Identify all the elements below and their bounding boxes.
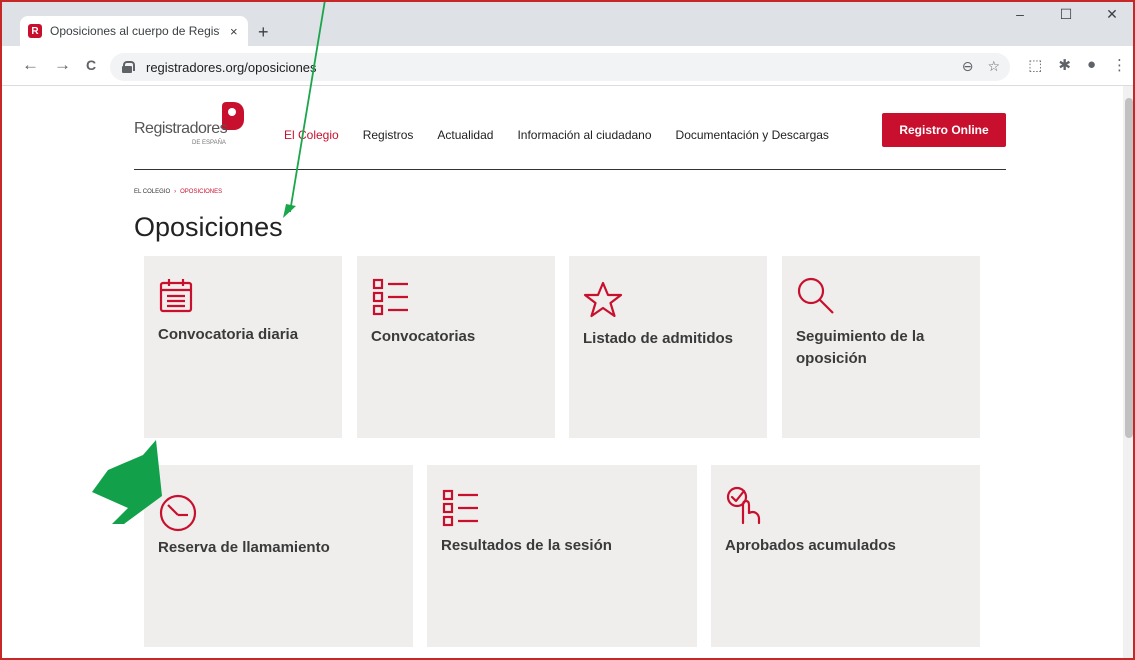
site-favicon-icon: R xyxy=(28,24,42,38)
list-icon xyxy=(442,489,478,527)
browser-tab[interactable]: R Oposiciones al cuerpo de Registr × xyxy=(20,16,248,46)
back-button[interactable]: ← xyxy=(22,55,39,75)
card-label: Resultados de la sesión xyxy=(441,537,612,554)
browser-toolbar: ← → C registradores.org/oposiciones ⊖ ☆ … xyxy=(0,46,1135,86)
clock-icon xyxy=(159,494,197,532)
scrollbar-thumb[interactable] xyxy=(1125,98,1133,438)
star-icon xyxy=(583,281,623,318)
tab-close-icon[interactable]: × xyxy=(230,24,238,39)
url-text[interactable]: registradores.org/oposiciones xyxy=(146,60,317,75)
logo-text: Registradores xyxy=(134,120,228,137)
card-listado-admitidos[interactable]: Listado de admitidos xyxy=(569,256,767,438)
calendar-icon xyxy=(159,279,193,313)
card-reserva-llamamiento[interactable]: Reserva de llamamiento xyxy=(144,465,413,647)
page-scrollbar[interactable] xyxy=(1123,86,1135,660)
extension-bar: ⬚ ✱ ● ⋮ xyxy=(1028,56,1127,74)
breadcrumb: EL COLEGIO › OPOSICIONES xyxy=(134,189,222,195)
nav-item-informacion[interactable]: Información al ciudadano xyxy=(517,128,651,142)
lock-icon xyxy=(122,61,135,73)
card-label: Aprobados acumulados xyxy=(725,537,896,554)
card-convocatorias[interactable]: Convocatorias xyxy=(357,256,555,438)
tap-check-icon xyxy=(726,486,761,525)
card-label: Seguimiento de la oposición xyxy=(796,328,925,367)
page-title: Oposiciones xyxy=(134,212,283,242)
card-aprobados-acumulados[interactable]: Aprobados acumulados xyxy=(711,465,980,647)
nav-item-el-colegio[interactable]: El Colegio xyxy=(284,128,339,142)
omnibox-actions: ⊖ ☆ xyxy=(962,58,1000,75)
breadcrumb-separator: › xyxy=(174,189,177,195)
forward-button[interactable]: → xyxy=(54,55,71,75)
reload-button[interactable]: C xyxy=(86,57,96,73)
breadcrumb-current: OPOSICIONES xyxy=(180,189,223,195)
zoom-icon[interactable]: ⊖ xyxy=(962,58,974,75)
header-divider xyxy=(134,169,1006,170)
logo-subtext: DE ESPAÑA xyxy=(192,140,226,146)
puzzle-icon[interactable]: ✱ xyxy=(1058,56,1071,74)
profile-icon[interactable]: ● xyxy=(1087,56,1096,74)
breadcrumb-root[interactable]: EL COLEGIO xyxy=(134,189,170,195)
card-label: Listado de admitidos xyxy=(583,330,734,347)
card-label: Reserva de llamamiento xyxy=(158,539,330,556)
close-window-button[interactable]: ✕ xyxy=(1089,6,1135,23)
bookmark-star-icon[interactable]: ☆ xyxy=(987,58,1000,75)
tab-strip: R Oposiciones al cuerpo de Registr × + –… xyxy=(0,0,1135,46)
address-bar[interactable]: registradores.org/oposiciones ⊖ ☆ xyxy=(110,53,1010,81)
search-icon xyxy=(797,277,834,314)
card-seguimiento[interactable]: Seguimiento de la oposición xyxy=(782,256,980,438)
window-controls: – ☐ ✕ xyxy=(997,6,1135,23)
main-navigation: El Colegio Registros Actualidad Informac… xyxy=(284,128,829,142)
new-tab-button[interactable]: + xyxy=(258,22,269,43)
menu-icon[interactable]: ⋮ xyxy=(1112,56,1127,74)
card-convocatoria-diaria[interactable]: Convocatoria diaria xyxy=(144,256,342,438)
maximize-button[interactable]: ☐ xyxy=(1043,6,1089,23)
card-label: Convocatorias xyxy=(371,328,476,345)
registro-online-button[interactable]: Registro Online xyxy=(882,113,1006,147)
card-resultados-sesion[interactable]: Resultados de la sesión xyxy=(427,465,697,647)
card-label: Convocatoria diaria xyxy=(158,326,299,343)
nav-item-registros[interactable]: Registros xyxy=(363,128,414,142)
site-logo[interactable]: Registradores DE ESPAÑA xyxy=(134,102,254,152)
nav-item-documentacion[interactable]: Documentación y Descargas xyxy=(676,128,829,142)
nav-item-actualidad[interactable]: Actualidad xyxy=(437,128,493,142)
minimize-button[interactable]: – xyxy=(997,6,1043,23)
list-icon xyxy=(372,278,408,316)
extension-icon[interactable]: ⬚ xyxy=(1028,56,1042,74)
tab-title: Oposiciones al cuerpo de Registr xyxy=(50,24,220,38)
